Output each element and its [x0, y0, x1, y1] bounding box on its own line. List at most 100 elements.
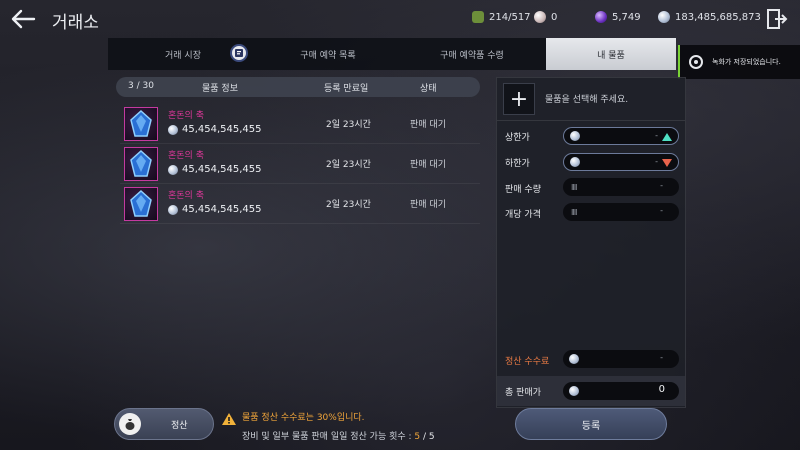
tab-buy-reservations[interactable]: 구매 예약 목록	[258, 38, 398, 70]
tab-receive-reserved[interactable]: 구매 예약품 수령	[398, 38, 546, 70]
column-status: 상태	[420, 84, 437, 94]
add-item-button[interactable]: +	[503, 83, 535, 115]
fee-field: -	[563, 350, 679, 368]
item-status: 판매 대기	[410, 200, 446, 210]
total-field: 0	[563, 382, 679, 400]
item-expiry: 2일 23시간	[326, 120, 371, 130]
upper-price-value: -	[655, 131, 658, 140]
money-bag-icon	[119, 413, 141, 435]
item-price: 45,454,545,455	[168, 124, 262, 135]
keypad-icon: IIII	[571, 182, 578, 192]
plus-icon: +	[509, 86, 529, 112]
upper-price-label: 상한가	[505, 133, 530, 143]
unit-price-label: 개당 가격	[505, 210, 541, 220]
exit-door-icon[interactable]	[766, 8, 788, 30]
silver-value: 183,485,685,873	[675, 11, 761, 23]
list-item[interactable]: 혼돈의 축 45,454,545,455 2일 23시간 판매 대기	[120, 144, 480, 184]
triangle-down-icon[interactable]	[662, 159, 672, 167]
gem-counter: 5,749	[595, 10, 641, 24]
warning-icon	[222, 413, 236, 425]
silver-coin-icon	[569, 386, 579, 396]
arrow-left-icon[interactable]	[10, 8, 36, 30]
recording-saved-toast: 녹화가 저장되었습니다.	[678, 45, 800, 79]
capacity-value: 214/517	[489, 11, 531, 23]
daily-settle-notice: 장비 및 일부 물품 판매 일일 정산 가능 횟수 : 5 / 5	[242, 429, 435, 442]
tab-market[interactable]: 거래 시장	[108, 38, 258, 70]
purple-gem-icon	[595, 11, 607, 23]
silver-counter: 183,485,685,873	[658, 10, 761, 24]
quantity-label: 판매 수량	[505, 185, 541, 195]
triangle-up-icon[interactable]	[662, 133, 672, 141]
daily-count-sep: /	[420, 432, 429, 442]
daily-count-max: 5	[428, 432, 435, 442]
tab-my-items[interactable]: 내 물품	[546, 38, 676, 70]
item-price-value: 45,454,545,455	[182, 164, 262, 175]
total-value: 0	[658, 384, 665, 395]
silver-small-counter: 0	[534, 10, 557, 24]
fee-label: 정산 수수료	[505, 357, 550, 367]
item-status: 판매 대기	[410, 160, 446, 170]
gem-value: 5,749	[612, 11, 641, 23]
silver-coin-icon	[168, 164, 178, 175]
toast-text: 녹화가 저장되었습니다.	[712, 58, 781, 66]
keypad-icon: IIII	[571, 207, 578, 217]
page-title: 거래소	[52, 13, 99, 33]
column-info: 물품 정보	[202, 84, 238, 94]
registration-panel: + 물품을 선택해 주세요. 상한가 - 하한가 - 판매 수량 IIII - …	[496, 77, 686, 408]
total-label: 총 판매가	[505, 388, 541, 398]
divider	[497, 120, 685, 121]
silver-small-value: 0	[551, 11, 558, 23]
column-expiry: 등록 만료일	[324, 84, 369, 94]
silver-coin-icon	[168, 124, 178, 135]
list-header: 3 / 30 물품 정보 등록 만료일 상태	[116, 77, 480, 97]
bag-icon	[472, 11, 484, 23]
item-status: 판매 대기	[410, 120, 446, 130]
tab-buy-reservations-label: 구매 예약 목록	[300, 50, 356, 61]
item-price: 45,454,545,455	[168, 164, 262, 175]
fee-notice: 물품 정산 수수료는 30%입니다.	[242, 413, 365, 423]
chaos-axis-item-icon	[124, 187, 158, 221]
tab-market-label: 거래 시장	[165, 50, 201, 61]
silver-coin-icon	[658, 11, 670, 23]
item-expiry: 2일 23시간	[326, 200, 371, 210]
help-icon[interactable]	[230, 44, 248, 62]
silver-coin-icon	[168, 204, 178, 215]
lower-price-field[interactable]: -	[563, 153, 679, 171]
list-item[interactable]: 혼돈의 축 45,454,545,455 2일 23시간 판매 대기	[120, 104, 480, 144]
select-item-hint: 물품을 선택해 주세요.	[545, 95, 629, 105]
register-label: 등록	[581, 420, 601, 432]
total-row: 총 판매가 0	[497, 376, 685, 406]
tab-my-items-label: 내 물품	[597, 50, 625, 61]
lower-price-label: 하한가	[505, 159, 530, 169]
item-name: 혼돈의 축	[168, 151, 204, 161]
item-price: 45,454,545,455	[168, 204, 262, 215]
list-item[interactable]: 혼돈의 축 45,454,545,455 2일 23시간 판매 대기	[120, 184, 480, 224]
unit-price-value: -	[660, 206, 663, 215]
lower-price-value: -	[655, 157, 658, 166]
silver-coin-icon	[569, 354, 579, 364]
daily-settle-text: 장비 및 일부 물품 판매 일일 정산 가능 횟수 :	[242, 432, 415, 442]
silver-coin-icon	[570, 157, 580, 167]
upper-price-field[interactable]: -	[563, 127, 679, 145]
item-count: 3 / 30	[128, 81, 154, 91]
tab-bar: 거래 시장 구매 예약 목록 구매 예약품 수령 내 물품	[108, 38, 676, 70]
silver-coin-icon	[570, 131, 580, 141]
settle-button[interactable]: 정산	[114, 408, 214, 440]
capacity-counter: 214/517	[472, 10, 531, 24]
quantity-field[interactable]: IIII -	[563, 178, 679, 196]
item-price-value: 45,454,545,455	[182, 124, 262, 135]
quantity-value: -	[660, 181, 663, 190]
tab-receive-reserved-label: 구매 예약품 수령	[440, 50, 504, 61]
settle-label: 정산	[171, 421, 188, 431]
chaos-axis-item-icon	[124, 107, 158, 141]
item-price-value: 45,454,545,455	[182, 204, 262, 215]
pearl-icon	[534, 11, 546, 23]
unit-price-field[interactable]: IIII -	[563, 203, 679, 221]
item-name: 혼돈의 축	[168, 111, 204, 121]
item-name: 혼돈의 축	[168, 191, 204, 201]
chaos-axis-item-icon	[124, 147, 158, 181]
fee-value: -	[660, 353, 663, 362]
item-expiry: 2일 23시간	[326, 160, 371, 170]
record-icon	[689, 55, 703, 69]
register-button[interactable]: 등록	[515, 408, 667, 440]
